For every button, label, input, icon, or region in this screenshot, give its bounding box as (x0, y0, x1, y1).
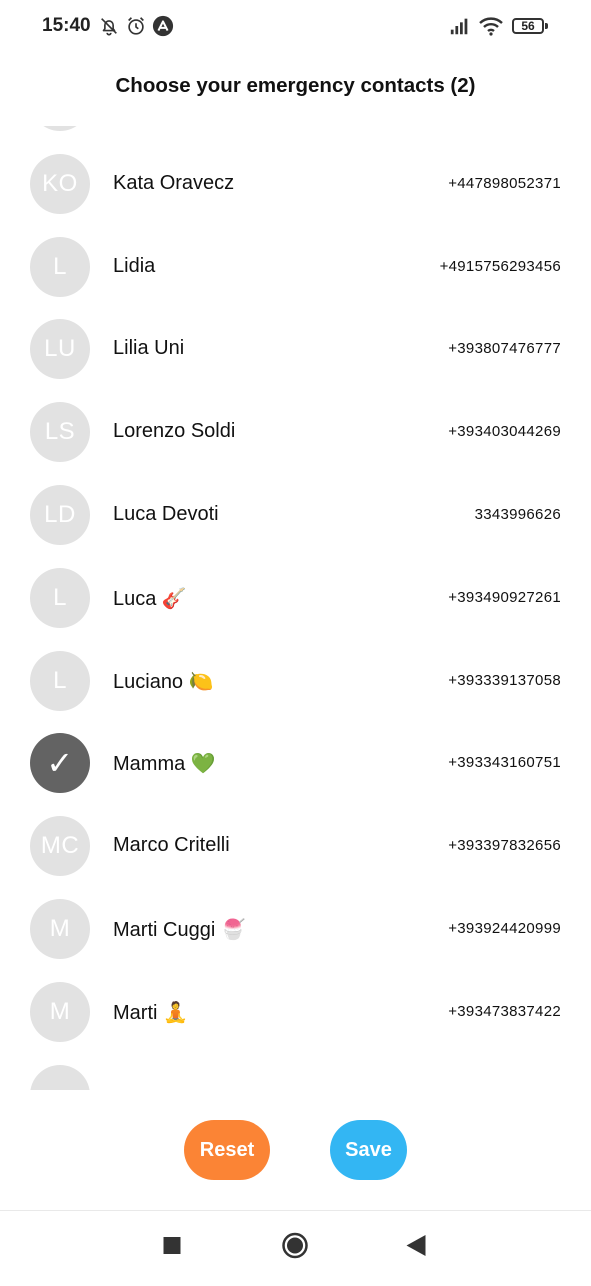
contacts-list: KO Kata Oravecz +447898052371 L Lidia +491575… (0, 126, 591, 1090)
contact-row[interactable]: L Luciano 🍋 +393339137058 (0, 640, 591, 723)
contact-phone: +393343160751 (448, 754, 561, 772)
page-title: Choose your emergency contacts (2) (115, 74, 476, 97)
contact-avatar[interactable]: M (30, 981, 90, 1042)
contact-name: Mamma 💚 (113, 753, 216, 776)
contact-name: Luciano 🍋 (113, 670, 214, 693)
contact-name: Lidia (113, 254, 156, 277)
contact-phone: +393473837422 (448, 1002, 561, 1020)
contact-phone: +393807476777 (448, 340, 561, 358)
contact-avatar[interactable]: L (30, 567, 90, 628)
contact-phone: 3343996626 (474, 505, 561, 523)
contact-row[interactable] (0, 126, 591, 143)
battery-tip (545, 23, 548, 29)
contact-avatar[interactable]: LU (30, 319, 90, 380)
contact-name: Kata Oravecz (113, 171, 235, 194)
contact-name: Luca 🎸 (113, 587, 187, 610)
contact-row[interactable]: MC Marco Critelli +393397832656 (0, 805, 591, 888)
contact-row[interactable]: ✓ Mamma 💚 +393343160751 (0, 722, 591, 805)
contact-row[interactable]: LU Lilia Uni +393807476777 (0, 308, 591, 391)
contact-name: Marti 🧘 (113, 1001, 188, 1024)
contact-name: Marco Critelli (113, 834, 230, 857)
contact-avatar[interactable]: M (30, 898, 90, 959)
contact-row[interactable]: M Marti Cuggi 🍧 +393924420999 (0, 888, 591, 971)
contact-phone: +393924420999 (448, 919, 561, 937)
status-time: 15:40 (42, 15, 91, 36)
wifi-icon (479, 17, 503, 36)
system-nav-bar (0, 1210, 591, 1281)
contact-avatar[interactable]: LD (30, 484, 90, 545)
contact-name: Lorenzo Soldi (113, 420, 236, 443)
contact-avatar[interactable]: LS (30, 402, 90, 463)
contact-phone: +393339137058 (448, 671, 561, 689)
contact-name: Lilia Uni (113, 337, 185, 360)
contact-row[interactable]: M Marti 🧘 +393473837422 (0, 971, 591, 1054)
contact-avatar[interactable]: KO (30, 153, 90, 214)
contact-avatar[interactable]: MC (30, 816, 90, 877)
reset-button[interactable]: Reset (184, 1120, 270, 1180)
back-button[interactable] (376, 1211, 456, 1281)
contact-avatar[interactable]: L (30, 650, 90, 711)
contact-phone: +393403044269 (448, 423, 561, 441)
home-circle-icon (282, 1232, 308, 1259)
recents-square-icon (163, 1237, 181, 1254)
contact-name: Marti Cuggi 🍧 (113, 918, 246, 941)
app-notification-icon (152, 15, 174, 37)
contact-row[interactable]: KO Kata Oravecz +447898052371 (0, 143, 591, 226)
contact-name: Luca Devoti (113, 502, 219, 525)
status-bar: 15:40 56 (0, 0, 591, 54)
contact-avatar[interactable] (30, 1064, 90, 1090)
contact-row[interactable]: L Lidia +4915756293456 (0, 226, 591, 309)
selected-check-avatar[interactable]: ✓ (30, 733, 90, 794)
contact-row[interactable] (0, 1054, 591, 1090)
contact-avatar[interactable]: L (30, 236, 90, 297)
contact-phone: +393490927261 (448, 588, 561, 606)
alarm-icon (128, 17, 144, 35)
recents-button[interactable] (133, 1211, 213, 1281)
contacts-list-viewport[interactable]: KO Kata Oravecz +447898052371 L Lidia +491575… (0, 126, 591, 1090)
back-triangle-icon (406, 1235, 426, 1256)
contact-phone: +4915756293456 (439, 257, 561, 275)
contact-avatar[interactable] (30, 126, 90, 131)
contact-row[interactable]: L Luca 🎸 +393490927261 (0, 557, 591, 640)
contact-row[interactable]: LS Lorenzo Soldi +393403044269 (0, 391, 591, 474)
save-button[interactable]: Save (330, 1120, 407, 1180)
signal-icon (450, 18, 468, 35)
home-button[interactable] (255, 1211, 335, 1281)
contact-row[interactable]: LD Luca Devoti 3343996626 (0, 474, 591, 557)
contact-phone: +393397832656 (448, 837, 561, 855)
contact-phone: +447898052371 (448, 174, 561, 192)
battery-icon: 56 (512, 18, 544, 34)
bell-off-icon (101, 18, 117, 36)
